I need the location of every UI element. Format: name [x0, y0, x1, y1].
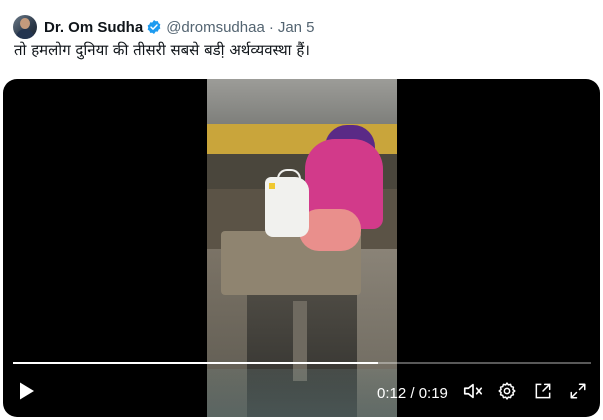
volume-muted-icon [462, 380, 484, 407]
picture-in-picture-icon [533, 381, 553, 406]
progress-fill [13, 362, 379, 364]
video-frame[interactable] [207, 79, 397, 417]
mute-button[interactable] [461, 375, 485, 411]
play-button[interactable] [15, 375, 39, 411]
author-name[interactable]: Dr. Om Sudha [44, 19, 143, 36]
play-icon [18, 381, 36, 406]
author-handle[interactable]: @dromsudhaa [166, 19, 265, 36]
player-controls: 0:12 / 0:19 [3, 375, 600, 411]
video-player[interactable]: 0:12 / 0:19 [3, 79, 600, 417]
settings-button[interactable] [495, 375, 519, 411]
tweet-text: तो हमलोग दुनिया की तीसरी सबसे बडी़ अर्थव… [14, 41, 310, 59]
tweet-date[interactable]: Jan 5 [278, 19, 315, 36]
time-display: 0:12 / 0:19 [377, 384, 448, 402]
gear-icon [497, 381, 517, 406]
pip-button[interactable] [531, 375, 555, 411]
avatar[interactable] [13, 15, 37, 39]
tweet-header: Dr. Om Sudha @dromsudhaa · Jan 5 [13, 13, 315, 41]
fullscreen-button[interactable] [566, 375, 590, 411]
fullscreen-icon [569, 382, 587, 405]
frame-bag-tag [269, 183, 275, 189]
separator-dot: · [268, 18, 274, 36]
verified-badge-icon [146, 19, 162, 35]
frame-train-roof [207, 79, 397, 124]
progress-bar[interactable] [13, 362, 591, 364]
